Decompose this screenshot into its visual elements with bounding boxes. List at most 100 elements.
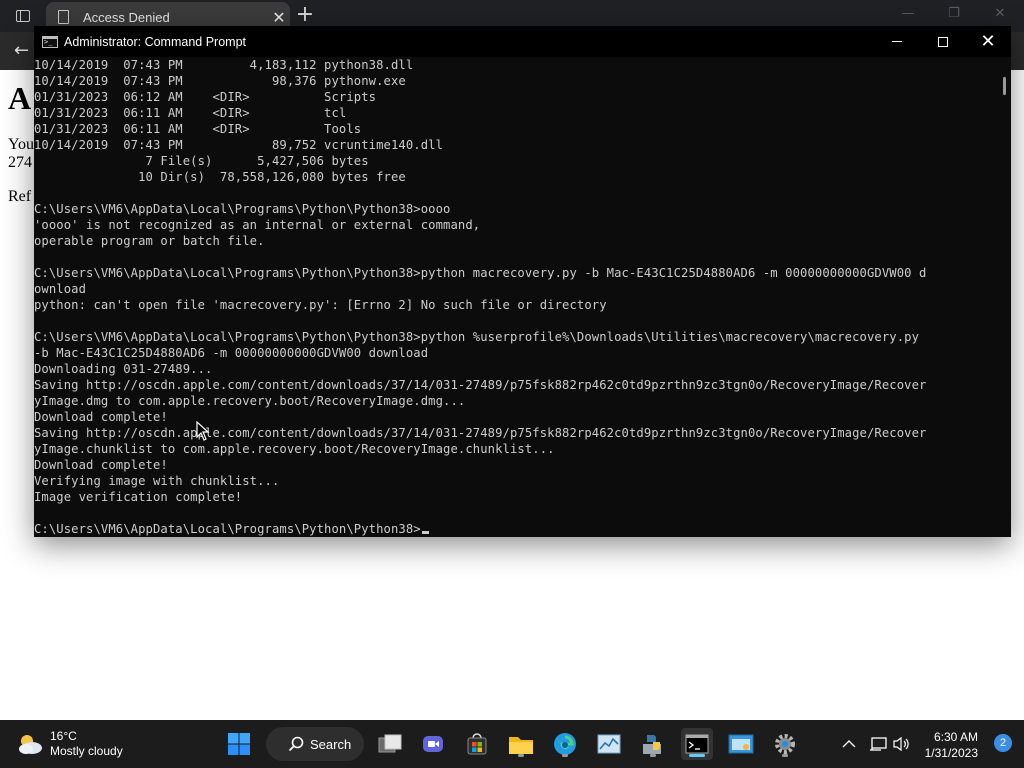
console-line: Downloading 031-27489...	[34, 362, 213, 376]
task-manager-button[interactable]	[593, 728, 625, 760]
console-line: 01/31/2023 06:12 AM <DIR> Scripts	[34, 90, 377, 104]
active-indicator	[689, 754, 705, 757]
network-icon	[870, 737, 887, 751]
mouse-pointer-icon	[196, 421, 210, 441]
start-button[interactable]	[223, 728, 255, 760]
sidebar-toggle-icon[interactable]	[8, 6, 38, 26]
page-text: Ref	[8, 188, 32, 205]
command-prompt-window[interactable]: Administrator: Command Prompt ✕ 10/14/20…	[34, 26, 1011, 537]
console-line: Verifying image with chunklist...	[34, 474, 280, 488]
notification-badge[interactable]: 2	[994, 734, 1012, 752]
console-line: Saving http://oscdn.apple.com/content/do…	[34, 426, 927, 440]
python-installer-icon	[643, 735, 661, 754]
settings-button[interactable]	[769, 728, 801, 760]
search-label: Search	[310, 736, 352, 752]
volume-button[interactable]	[888, 728, 916, 760]
console-line: Saving http://oscdn.apple.com/content/do…	[34, 378, 927, 392]
tab-close-icon[interactable]: ✕	[268, 8, 290, 27]
page-heading: A	[8, 80, 32, 116]
window-title: Administrator: Command Prompt	[64, 34, 247, 49]
console-line: yImage.chunklist to com.apple.recovery.b…	[34, 442, 555, 456]
browser-restore-button[interactable]: ❐	[942, 6, 966, 26]
task-view-button[interactable]	[374, 728, 406, 760]
console-line: 01/31/2023 06:11 AM <DIR> tcl	[34, 106, 347, 120]
clock[interactable]: 6:30 AM 1/31/2023	[925, 729, 978, 761]
console-line: C:\Users\VM6\AppData\Local\Programs\Pyth…	[34, 266, 927, 280]
console-output[interactable]: 10/14/2019 07:43 PM 4,183,112 python38.d…	[34, 57, 999, 537]
page-text: You	[8, 136, 34, 153]
console-scrollbar[interactable]	[999, 57, 1011, 537]
task-view-icon	[378, 734, 402, 753]
page-icon	[58, 10, 69, 24]
cloudy-weather-icon	[19, 735, 42, 754]
maximize-icon	[938, 36, 948, 47]
clock-date: 1/31/2023	[924, 746, 978, 760]
console-icon	[42, 35, 58, 48]
clock-time: 6:30 AM	[933, 730, 978, 744]
running-indicator	[650, 754, 656, 757]
minimize-icon	[892, 41, 902, 42]
weather-temperature: 16°C	[50, 729, 77, 743]
close-button[interactable]: ✕	[965, 26, 1011, 57]
console-line: operable program or batch file.	[34, 234, 265, 248]
edge-browser-button[interactable]	[549, 728, 581, 760]
console-line: Download complete!	[34, 410, 168, 424]
gear-icon	[775, 734, 795, 754]
microsoft-store-button[interactable]	[461, 728, 493, 760]
console-line: 10 Dir(s) 78,558,126,080 bytes free	[34, 170, 406, 184]
scrollbar-thumb[interactable]	[1003, 77, 1006, 95]
close-icon: ✕	[980, 31, 996, 52]
store-icon	[467, 733, 487, 755]
tab-title: Access Denied	[83, 9, 170, 25]
teams-chat-button[interactable]	[417, 728, 449, 760]
control-panel-button[interactable]	[725, 728, 757, 760]
text-cursor	[421, 531, 429, 534]
python-setup-button[interactable]	[637, 728, 669, 760]
show-hidden-icons-button[interactable]	[834, 728, 864, 760]
console-line: 01/31/2023 06:11 AM <DIR> Tools	[34, 122, 362, 136]
file-explorer-button[interactable]	[505, 728, 537, 760]
console-line: python: can't open file 'macrecovery.py'…	[34, 298, 607, 312]
page-text: 274	[8, 154, 32, 171]
edge-icon	[554, 733, 576, 755]
running-indicator	[562, 754, 568, 757]
console-line: Image verification complete!	[34, 490, 243, 504]
new-tab-button[interactable]: +	[294, 3, 316, 27]
search-icon	[288, 736, 304, 752]
browser-close-button[interactable]: ✕	[988, 6, 1012, 26]
taskbar-search-button[interactable]: Search	[266, 727, 364, 761]
windows-logo-icon	[228, 733, 250, 755]
console-prompt: C:\Users\VM6\AppData\Local\Programs\Pyth…	[34, 522, 421, 536]
taskbar: 16°C Mostly cloudy Search 6:30 AM 1/31/2…	[0, 720, 1024, 768]
console-line: 10/14/2019 07:43 PM 98,376 pythonw.exe	[34, 74, 406, 88]
running-indicator	[518, 754, 524, 757]
weather-condition: Mostly cloudy	[50, 744, 123, 758]
console-line: 10/14/2019 07:43 PM 4,183,112 python38.d…	[34, 58, 414, 72]
console-line: C:\Users\VM6\AppData\Local\Programs\Pyth…	[34, 202, 451, 216]
video-chat-icon	[423, 736, 443, 752]
back-arrow-icon[interactable]: ←	[14, 40, 29, 61]
console-prompt-line: C:\Users\VM6\AppData\Local\Programs\Pyth…	[34, 521, 999, 537]
cmd-title-bar[interactable]: Administrator: Command Prompt ✕	[34, 26, 1011, 57]
maximize-button[interactable]	[920, 26, 966, 57]
browser-minimize-button[interactable]: —	[896, 6, 920, 26]
console-line: 10/14/2019 07:43 PM 89,752 vcruntime140.…	[34, 138, 444, 152]
folder-icon	[509, 737, 533, 754]
console-line: Download complete!	[34, 458, 168, 472]
running-indicator	[782, 754, 788, 757]
command-prompt-taskbar-button[interactable]	[681, 728, 713, 760]
minimize-button[interactable]	[874, 26, 920, 57]
console-line: 'oooo' is not recognized as an internal …	[34, 218, 481, 232]
console-line: ownload	[34, 282, 87, 296]
performance-monitor-icon	[597, 734, 621, 754]
console-line: -b Mac-E43C1C25D4880AD6 -m 00000000000GD…	[34, 346, 429, 360]
settings-window-icon	[728, 734, 754, 754]
weather-widget[interactable]: 16°C Mostly cloudy	[16, 729, 123, 759]
terminal-icon	[685, 734, 709, 754]
console-line: C:\Users\VM6\AppData\Local\Programs\Pyth…	[34, 330, 920, 344]
console-line: 7 File(s) 5,427,506 bytes	[34, 154, 369, 168]
